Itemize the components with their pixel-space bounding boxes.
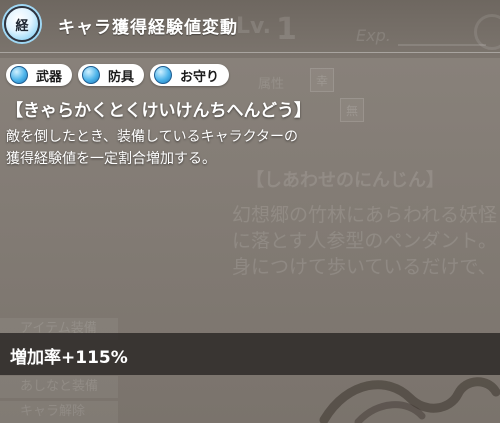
equipment-tag-label: 武器: [36, 69, 63, 85]
orb-icon: [154, 66, 173, 84]
rate-bar: 増加率+115%: [0, 333, 500, 375]
skill-description-line: 獲得経験値を一定割合増加する。: [6, 151, 216, 167]
skill-badge-icon: 経: [4, 6, 40, 42]
skill-description-line: 敵を倒したとき、装備しているキャラクターの: [6, 129, 299, 145]
increase-rate: 増加率+115%: [10, 348, 128, 368]
orb-icon: [82, 66, 101, 84]
background-exp-bar: [398, 44, 486, 46]
equipment-tag-label: お守り: [180, 69, 220, 85]
orb-icon: [10, 66, 28, 84]
background-level-value: 1: [276, 12, 297, 47]
background-side-box: 無: [340, 98, 364, 122]
equipment-tag-list: 武器 防具 お守り: [6, 64, 230, 86]
skill-reading: 【きゃらかくとくけいけんちへんどう】: [6, 101, 311, 121]
background-side-label: 属性: [258, 77, 285, 92]
equipment-tag-label: 防具: [108, 69, 135, 85]
background-item-desc: 身につけて歩いているだけで、: [232, 256, 497, 278]
background-exp-label: Exp.: [356, 26, 391, 45]
background-item-title: 【しあわせのにんじん】: [246, 170, 444, 191]
background-level-label: Lv.: [236, 14, 271, 39]
equipment-tag-weapon: 武器: [6, 64, 73, 86]
background-item-desc: に落とす人参型のペンダント。: [232, 230, 498, 252]
background-item-desc: 幻想郷の竹林にあらわれる妖怪: [232, 204, 498, 226]
equipment-tag-armor: 防具: [78, 64, 145, 86]
background-tab: キャラ解除: [0, 401, 118, 423]
skill-badge-label: 経: [15, 18, 29, 34]
skill-title: キャラ獲得経験値変動: [58, 18, 238, 38]
background-side-box: 幸: [310, 68, 334, 92]
equipment-tag-charm: お守り: [150, 64, 230, 86]
background-tab: あしなと装備: [0, 376, 118, 398]
ornament-swirl-icon: [319, 377, 500, 423]
title-divider: [0, 52, 500, 53]
